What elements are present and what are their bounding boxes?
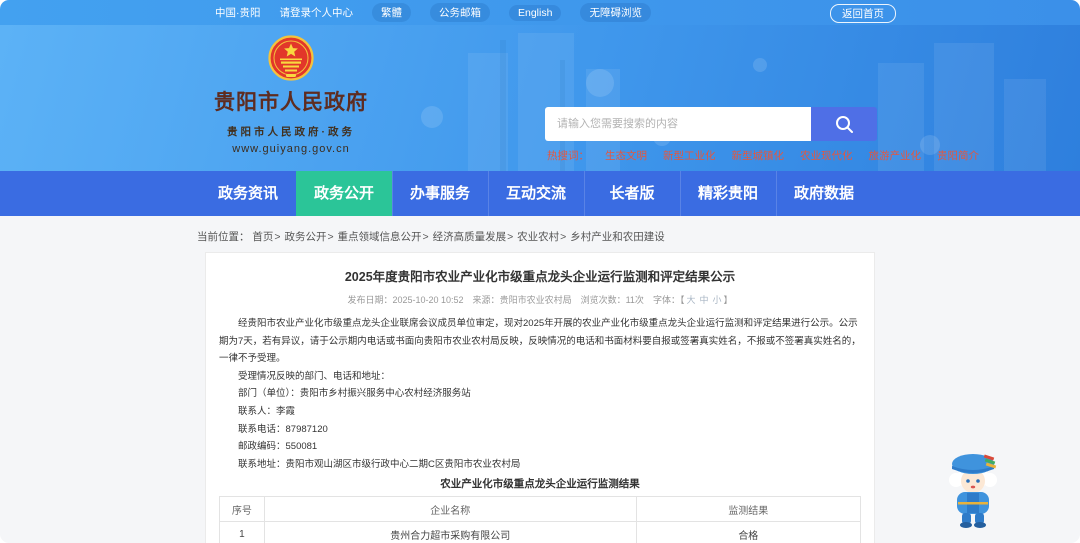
breadcrumb-separator: > xyxy=(422,231,429,243)
breadcrumb-label: 当前位置： xyxy=(197,231,250,243)
mascot-assistant[interactable] xyxy=(944,450,1002,530)
site-header: 贵阳市人民政府 贵阳市人民政府·政务 www.guiyang.gov.cn 热搜… xyxy=(0,25,1080,171)
breadcrumb-separator: > xyxy=(327,231,334,243)
cell-no: 1 xyxy=(219,521,265,543)
cell-result: 合格 xyxy=(635,521,862,543)
article-paragraph: 经贵阳市农业产业化市级重点龙头企业联席会议成员单位审定，现对2025年开展的农业… xyxy=(219,318,861,365)
bracket-close: 】 xyxy=(723,295,733,305)
article-paragraph: 受理情况反映的部门、电话和地址： xyxy=(238,370,391,382)
breadcrumb-link[interactable]: 乡村产业和农田建设 xyxy=(570,231,665,243)
topbar-link[interactable]: 繁體 xyxy=(372,3,411,22)
topbar-link[interactable]: 中国·贵阳 xyxy=(215,5,261,20)
views-label: 浏览次数： xyxy=(580,295,626,305)
font-size-option[interactable]: 中 xyxy=(699,295,708,305)
article-title: 2025年度贵阳市农业产业化市级重点龙头企业运行监测和评定结果公示 xyxy=(344,270,736,284)
hot-search-link[interactable]: 农业现代化 xyxy=(800,148,853,163)
article-paragraph: 部门（单位）：贵阳市乡村振兴服务中心农村经济服务站 xyxy=(238,388,471,400)
hot-search-label: 热搜词： xyxy=(547,150,589,162)
breadcrumb-separator: > xyxy=(560,231,567,243)
breadcrumb-link[interactable]: 经济高质量发展 xyxy=(433,231,507,243)
breadcrumb-link[interactable]: 农业农村 xyxy=(517,231,559,243)
font-size-option[interactable]: 小 xyxy=(713,295,722,305)
search-bar xyxy=(545,107,877,141)
table-row: 1 贵州合力超市采购有限公司 合格 xyxy=(219,521,862,543)
views-count: 11次 xyxy=(625,295,644,305)
site-logo[interactable]: 贵阳市人民政府 贵阳市人民政府·政务 www.guiyang.gov.cn xyxy=(212,34,370,155)
nav-tab[interactable]: 政府数据 xyxy=(776,171,872,216)
col-header-no: 序号 xyxy=(219,496,265,523)
breadcrumb-link[interactable]: 政务公开 xyxy=(284,231,326,243)
font-size-label: 字体： xyxy=(652,295,680,305)
hot-search-words: 热搜词： 生态文明 新型工业化 新型城镇化 农业现代化 旅游产业化 贵阳简介 xyxy=(547,148,979,163)
hot-search-link[interactable]: 生态文明 xyxy=(605,148,647,163)
nav-tab[interactable]: 精彩贵阳 xyxy=(680,171,776,216)
search-icon xyxy=(836,116,853,133)
source-label: 来源： xyxy=(472,295,500,305)
publish-date-label: 发布日期： xyxy=(347,295,393,305)
site-name: 贵阳市人民政府 xyxy=(214,91,368,114)
return-home-button[interactable]: 返回首页 xyxy=(830,4,896,23)
site-subtitle: 贵阳市人民政府·政务 xyxy=(227,126,355,138)
font-size-option[interactable]: 大 xyxy=(686,295,695,305)
topbar-link[interactable]: 请登录个人中心 xyxy=(280,5,354,20)
col-header-company: 企业名称 xyxy=(263,496,637,523)
search-button[interactable] xyxy=(811,107,877,141)
topbar-link[interactable]: 无障碍浏览 xyxy=(580,3,651,22)
nav-tab[interactable]: 政务资讯 xyxy=(200,171,296,216)
breadcrumb-separator: > xyxy=(274,231,281,243)
article-paragraph: 邮政编码：550081 xyxy=(238,441,318,453)
hot-search-link[interactable]: 旅游产业化 xyxy=(869,148,922,163)
breadcrumb-link[interactable]: 重点领域信息公开 xyxy=(338,231,422,243)
nav-tab[interactable]: 长者版 xyxy=(584,171,680,216)
breadcrumb-separator: > xyxy=(507,231,514,243)
main-nav: 政务资讯 政务公开 办事服务 互动交流 长者版 精彩贵阳 政府数据 xyxy=(0,171,1080,216)
search-input[interactable] xyxy=(545,107,811,141)
site-url: www.guiyang.gov.cn xyxy=(232,143,350,155)
breadcrumb: 当前位置： 首页> 政务公开> 重点领域信息公开> 经济高质量发展> 农业农村>… xyxy=(197,229,667,244)
nav-tab[interactable]: 政务公开 xyxy=(296,171,392,216)
results-table-title: 农业产业化市级重点龙头企业运行监测结果 xyxy=(440,478,640,491)
results-table: 序号 企业名称 监测结果 1 贵州合力超市采购有限公司 合格 2 贵州友禾种业 xyxy=(219,496,862,543)
article-paragraph: 联系人：李霞 xyxy=(238,405,296,417)
source: 贵阳市农业农村局 xyxy=(499,295,572,305)
hot-search-link[interactable]: 新型城镇化 xyxy=(732,148,785,163)
article-paragraph: 联系电话：87987120 xyxy=(238,423,328,435)
nav-tab[interactable]: 办事服务 xyxy=(392,171,488,216)
table-header-row: 序号 企业名称 监测结果 xyxy=(219,496,862,523)
topbar: 中国·贵阳 请登录个人中心 繁體 公务邮箱 English 无障碍浏览 返回首页 xyxy=(0,0,1080,25)
hot-search-link[interactable]: 贵阳简介 xyxy=(937,148,979,163)
article-card: 2025年度贵阳市农业产业化市级重点龙头企业运行监测和评定结果公示 发布日期：2… xyxy=(205,252,875,543)
article-meta: 发布日期：2025-10-20 10:52 来源：贵阳市农业农村局 浏览次数：11次… xyxy=(206,293,874,306)
national-emblem-icon xyxy=(268,35,314,81)
topbar-link[interactable]: English xyxy=(509,4,562,21)
government-portal-page: 中国·贵阳 请登录个人中心 繁體 公务邮箱 English 无障碍浏览 返回首页 xyxy=(0,0,1080,543)
hot-search-link[interactable]: 新型工业化 xyxy=(663,148,716,163)
cell-company: 贵州合力超市采购有限公司 xyxy=(263,521,637,543)
article-paragraph: 联系地址：贵阳市观山湖区市级行政中心二期C区贵阳市农业农村局 xyxy=(238,458,521,470)
topbar-links: 中国·贵阳 请登录个人中心 繁體 公务邮箱 English 无障碍浏览 xyxy=(215,3,651,22)
publish-date: 2025-10-20 10:52 xyxy=(392,295,464,305)
col-header-result: 监测结果 xyxy=(635,496,862,523)
topbar-link[interactable]: 公务邮箱 xyxy=(430,3,490,22)
nav-tab[interactable]: 互动交流 xyxy=(488,171,584,216)
breadcrumb-link[interactable]: 首页 xyxy=(252,231,273,243)
article-body: 经贵阳市农业产业化市级重点龙头企业联席会议成员单位审定，现对2025年开展的农业… xyxy=(219,315,861,473)
